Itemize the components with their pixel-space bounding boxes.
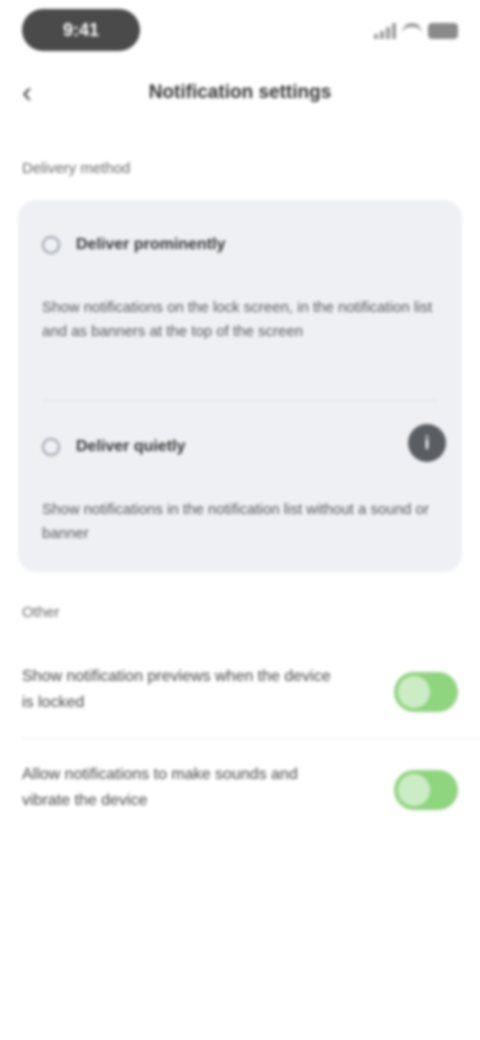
option-description: Show notifications in the notification l… [42,501,429,542]
option-title: Deliver quietly [76,438,186,455]
status-icons [374,20,458,42]
previews-toggle[interactable] [394,672,458,712]
radio-icon[interactable] [42,438,60,456]
row-divider [22,738,480,739]
page-title: Notification settings [148,82,332,103]
setting-row-sounds[interactable]: Allow notifications to make sounds and v… [0,756,480,836]
option-quiet[interactable]: Deliver quietly i Show notifications in … [42,424,446,558]
toggle-knob [398,774,430,806]
status-time: 9:41 [22,9,140,51]
setting-row-previews[interactable]: Show notification previews when the devi… [0,658,480,738]
toggle-knob [398,676,430,708]
battery-icon [428,23,458,39]
settings-screen: 9:41 ‹ Notification settings Delivery me… [0,0,480,1040]
status-bar: 9:41 [0,0,480,60]
option-title: Deliver prominently [76,236,226,253]
section-header-other: Other [22,604,60,621]
sounds-toggle[interactable] [394,770,458,810]
info-icon[interactable]: i [408,424,446,462]
setting-label: Allow notifications to make sounds and v… [22,766,298,809]
nav-bar: ‹ Notification settings [0,70,480,116]
wifi-icon [402,23,422,39]
delivery-options-card: Deliver prominently Show notifications o… [18,200,462,572]
option-description: Show notifications on the lock screen, i… [42,299,433,340]
option-prominent[interactable]: Deliver prominently Show notifications o… [42,236,438,386]
setting-label: Show notification previews when the devi… [22,668,331,711]
section-header-delivery: Delivery method [22,160,131,177]
card-divider [42,400,438,401]
signal-icon [374,23,396,39]
radio-icon[interactable] [42,236,60,254]
